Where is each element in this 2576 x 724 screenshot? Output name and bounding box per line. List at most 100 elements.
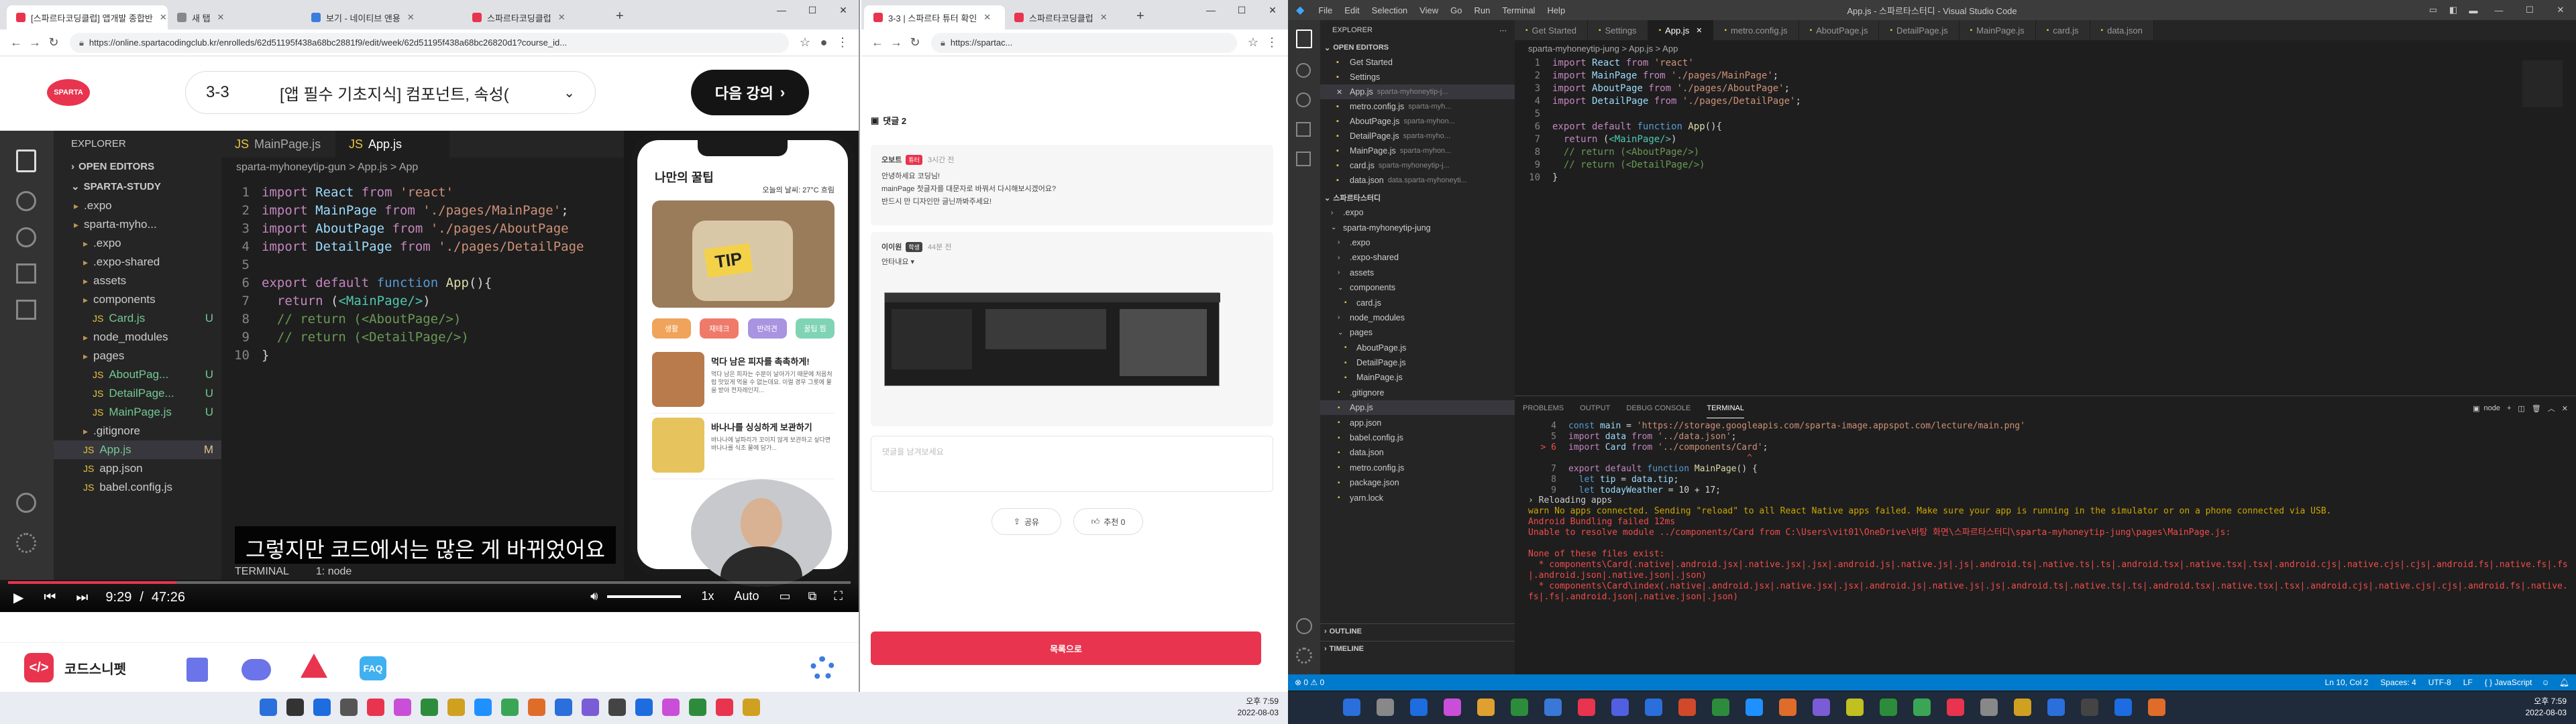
taskbar-app-icon[interactable] (1947, 699, 1964, 716)
tree-item[interactable]: › assets (1320, 265, 1515, 280)
close-icon[interactable]: ✕ (217, 12, 225, 23)
taskbar-app-icon[interactable] (635, 699, 653, 716)
video-player[interactable]: EXPLORER › OPEN EDITORS ⌄ SPARTA-STUDY ▸… (0, 131, 859, 612)
maximize-panel-icon[interactable]: ︿ (2548, 403, 2555, 414)
tree-item[interactable]: › .expo-shared (1320, 250, 1515, 265)
open-editor-item[interactable]: ✕ App.js sparta-myhoneytip-j... (1320, 84, 1515, 99)
manage-gear-icon[interactable] (1296, 648, 1312, 664)
taskbar-app-icon[interactable] (1511, 699, 1528, 716)
browser-tab[interactable]: 스파르타코딩클럽 ✕ (463, 5, 610, 29)
taskbar-app-icon[interactable] (2114, 699, 2132, 716)
layout-icon[interactable]: ▭ (2423, 5, 2443, 15)
tree-item[interactable]: ▪ metro.config.js (1320, 461, 1515, 475)
open-editors-header[interactable]: ⌄ OPEN EDITORS (1320, 40, 1515, 55)
open-editor-item[interactable]: ▪ Get Started (1320, 55, 1515, 70)
star-icon[interactable]: ☆ (796, 36, 814, 50)
files-icon[interactable] (1296, 29, 1312, 48)
skip-forward-icon[interactable]: ⏭ (76, 590, 88, 605)
maximize-icon[interactable]: ☐ (797, 0, 828, 20)
status-item[interactable]: Ln 10, Col 2 (2325, 678, 2369, 687)
taskbar-app-icon[interactable] (743, 699, 760, 716)
panel-tab[interactable]: TERMINAL (1707, 399, 1744, 418)
taskbar-app-icon[interactable] (394, 699, 411, 716)
back-icon[interactable]: ← (868, 36, 887, 50)
tree-item[interactable]: ▪ data.json (1320, 445, 1515, 460)
taskbar-app-icon[interactable] (313, 699, 331, 716)
lecture-selector[interactable]: 3-3 [앱 필수 기초지식] 컴포넌트, 속성( ⌄ (185, 71, 596, 114)
pip-icon[interactable]: ⧉ (808, 589, 817, 603)
taskbar-app-icon[interactable] (1913, 699, 1931, 716)
notification-bell-icon[interactable]: 🔔︎ (2559, 678, 2569, 687)
tree-item[interactable]: ▪ MainPage.js (1320, 370, 1515, 385)
minimize-icon[interactable]: — (2483, 5, 2514, 15)
open-editor-item[interactable]: ▪ metro.config.js sparta-myh... (1320, 99, 1515, 114)
menu-item[interactable]: Help (1541, 5, 1571, 15)
list-button[interactable]: 목록으로 (871, 631, 1261, 665)
taskbar-app-icon[interactable] (447, 699, 465, 716)
panel-tab[interactable]: DEBUG CONSOLE (1626, 399, 1690, 418)
taskbar-app-icon[interactable] (1813, 699, 1830, 716)
panel-tab[interactable]: PROBLEMS (1523, 399, 1564, 418)
menu-item[interactable]: Run (1468, 5, 1496, 15)
taskbar-app-icon[interactable] (1377, 699, 1394, 716)
code-editor[interactable]: 1 import React from 'react' 2 import MainPa… (1515, 56, 2576, 184)
browser-tab[interactable]: 새 탭 ✕ (168, 5, 302, 29)
menu-icon[interactable]: ⋮ (833, 36, 852, 50)
tree-item[interactable]: ▪ app.json (1320, 415, 1515, 430)
star-icon[interactable]: ☆ (1244, 36, 1263, 50)
close-icon[interactable]: ✕ (1696, 26, 1702, 35)
tree-item[interactable]: ▪ yarn.lock (1320, 490, 1515, 505)
taskbar-app-icon[interactable] (2081, 699, 2098, 716)
open-editor-item[interactable]: ▪ card.js sparta-myhoneytip-j... (1320, 158, 1515, 173)
tree-item[interactable]: › node_modules (1320, 310, 1515, 325)
taskbar-app-icon[interactable] (340, 699, 358, 716)
tree-item[interactable]: ▪ .gitignore (1320, 385, 1515, 400)
forward-icon[interactable]: → (887, 36, 906, 50)
taskbar-app-icon[interactable] (1611, 699, 1629, 716)
problems-status[interactable]: ⊗ 0 ⚠ 0 (1295, 678, 1324, 687)
document-icon[interactable] (186, 658, 208, 682)
close-window-icon[interactable]: ✕ (828, 0, 859, 20)
editor-tab[interactable]: ▪ App.js ✕ (1648, 20, 1714, 40)
like-button[interactable]: 👍︎ 추천 0 (1073, 508, 1143, 535)
close-window-icon[interactable]: ✕ (2545, 5, 2576, 15)
taskbar-app-icon[interactable] (421, 699, 438, 716)
taskbar-app-icon[interactable] (608, 699, 626, 716)
feedback-icon[interactable]: ☺ (2542, 678, 2550, 687)
split-terminal-icon[interactable]: ◫ (2518, 404, 2524, 413)
taskbar-app-icon[interactable] (555, 699, 572, 716)
taskbar-app-icon[interactable] (1880, 699, 1897, 716)
maximize-icon[interactable]: ☐ (2514, 5, 2545, 15)
editor-tab[interactable]: ▪ DetailPage.js (1879, 20, 1960, 40)
close-icon[interactable]: ✕ (983, 12, 991, 23)
close-icon[interactable]: ✕ (1100, 12, 1108, 23)
taskbar-app-icon[interactable] (2047, 699, 2065, 716)
taskbar-app-icon[interactable] (662, 699, 680, 716)
taskbar-app-icon[interactable] (2148, 699, 2165, 716)
taskbar-app-icon[interactable] (286, 699, 304, 716)
taskbar-app-icon[interactable] (1343, 699, 1360, 716)
editor-tab[interactable]: ▪ card.js (2035, 20, 2090, 40)
extensions-icon[interactable] (1296, 152, 1311, 166)
browser-tab[interactable]: 3-3 | 스파르타 튜터 확인 ✕ (864, 5, 1005, 29)
account-icon[interactable] (1296, 618, 1312, 634)
open-editor-item[interactable]: ▪ DetailPage.js sparta-myho... (1320, 129, 1515, 143)
run-debug-icon[interactable] (1296, 122, 1311, 137)
faq-button[interactable]: FAQ (360, 656, 386, 680)
close-window-icon[interactable]: ✕ (1257, 0, 1288, 20)
open-editor-item[interactable]: ▪ MainPage.js sparta-myhon... (1320, 143, 1515, 158)
subtitles-icon[interactable]: ▭ (780, 589, 791, 603)
forward-icon[interactable]: → (25, 36, 44, 50)
settings-gear-icon[interactable] (810, 656, 835, 680)
reload-icon[interactable]: ↻ (44, 36, 63, 50)
editor-tab[interactable]: ▪ Settings (1588, 20, 1648, 40)
close-icon[interactable]: ✕ (407, 12, 415, 23)
status-item[interactable]: { } JavaScript (2485, 678, 2532, 687)
new-tab-icon[interactable]: + (616, 9, 624, 24)
taskbar-app-icon[interactable] (689, 699, 706, 716)
tree-item[interactable]: ▪ DetailPage.js (1320, 355, 1515, 370)
status-item[interactable]: UTF-8 (2428, 678, 2451, 687)
taskbar-app-icon[interactable] (2014, 699, 2031, 716)
taskbar-app-icon[interactable] (1544, 699, 1562, 716)
speed-button[interactable]: 1x (701, 589, 714, 603)
